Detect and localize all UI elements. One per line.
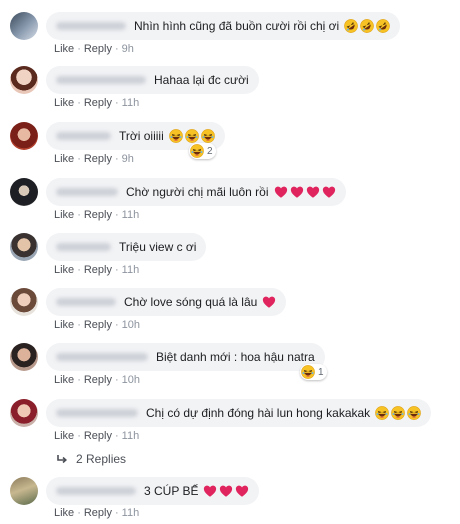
avatar[interactable] <box>10 288 38 316</box>
author-name[interactable] <box>56 188 118 196</box>
comment-actions: Like · Reply · 11h <box>54 507 140 519</box>
timestamp[interactable]: 11h <box>122 430 140 442</box>
laughing-emoji-icon <box>185 129 199 143</box>
comment-bubble: Biệt danh mới : hoa hậu natra <box>46 343 325 371</box>
comment-actions: Like · Reply · 10h <box>54 319 141 331</box>
view-replies-link[interactable]: 2 Replies <box>56 452 126 466</box>
comment-text: Chờ love sóng quá là lâu <box>124 295 258 309</box>
laughing-emoji-icon <box>301 365 315 379</box>
reaction-count: 1 <box>318 366 324 378</box>
heart-icon <box>306 185 320 199</box>
comment-bubble: Triệu view c ơi <box>46 233 207 261</box>
avatar[interactable] <box>10 399 38 427</box>
heart-icon <box>290 185 304 199</box>
comment-text: Chờ người chị mãi luôn rồi <box>126 185 269 199</box>
author-name[interactable] <box>56 243 111 251</box>
timestamp[interactable]: 11h <box>122 264 140 276</box>
timestamp[interactable]: 11h <box>122 209 140 221</box>
comment-text: Triệu view c ơi <box>119 240 197 254</box>
reply-link[interactable]: Reply <box>84 153 112 165</box>
heart-icon <box>219 484 233 498</box>
laughing-emoji-icon <box>407 406 421 420</box>
comment-text: Biệt danh mới : hoa hậu natra <box>156 350 315 364</box>
like-link[interactable]: Like <box>54 374 74 386</box>
heart-icon <box>274 185 288 199</box>
comment-text: 3 CÚP BẾ <box>144 484 199 498</box>
author-name[interactable] <box>56 487 136 495</box>
reply-link[interactable]: Reply <box>84 507 112 519</box>
avatar[interactable] <box>10 12 38 40</box>
comment-bubble: Chị có dự định đóng hài lun hong kakakak <box>46 399 432 427</box>
comment-actions: Like · Reply · 10h <box>54 374 141 386</box>
comment-text: Hahaa lại đc cười <box>154 73 249 87</box>
heart-icon <box>203 484 217 498</box>
author-name[interactable] <box>56 76 146 84</box>
comment-bubble: Chờ người chị mãi luôn rồi <box>46 178 346 206</box>
like-link[interactable]: Like <box>54 43 74 55</box>
comment-actions: Like · Reply · 11h <box>54 97 140 109</box>
author-name[interactable] <box>56 353 148 361</box>
comment-bubble: Nhìn hình cũng đã buồn cười rồi chị ơi <box>46 12 401 40</box>
heart-icon <box>262 295 276 309</box>
like-link[interactable]: Like <box>54 507 74 519</box>
author-name[interactable] <box>56 22 126 30</box>
timestamp[interactable]: 11h <box>122 97 140 109</box>
reaction-badge[interactable]: 2 <box>189 143 216 159</box>
reply-link[interactable]: Reply <box>84 97 112 109</box>
like-link[interactable]: Like <box>54 209 74 221</box>
comment-bubble: Chờ love sóng quá là lâu <box>46 288 287 316</box>
comment-actions: Like · Reply · 9h <box>54 153 134 165</box>
avatar[interactable] <box>10 477 38 505</box>
reaction-badge[interactable]: 1 <box>300 364 327 380</box>
heart-icon <box>235 484 249 498</box>
laughing-emoji-icon <box>190 144 204 158</box>
like-link[interactable]: Like <box>54 97 74 109</box>
like-link[interactable]: Like <box>54 319 74 331</box>
timestamp[interactable]: 10h <box>122 319 140 331</box>
avatar[interactable] <box>10 122 38 150</box>
rofl-emoji-icon <box>360 19 374 33</box>
laughing-emoji-icon <box>375 406 389 420</box>
like-link[interactable]: Like <box>54 153 74 165</box>
reply-link[interactable]: Reply <box>84 43 112 55</box>
reply-arrow-icon <box>57 455 68 464</box>
like-link[interactable]: Like <box>54 264 74 276</box>
avatar[interactable] <box>10 66 38 94</box>
heart-icon <box>322 185 336 199</box>
comment-actions: Like · Reply · 11h <box>54 430 140 442</box>
author-name[interactable] <box>56 298 116 306</box>
timestamp[interactable]: 9h <box>122 153 134 165</box>
timestamp[interactable]: 10h <box>122 374 140 386</box>
comment-actions: Like · Reply · 11h <box>54 209 140 221</box>
author-name[interactable] <box>56 132 111 140</box>
replies-label[interactable]: 2 Replies <box>76 452 126 466</box>
timestamp[interactable]: 9h <box>122 43 134 55</box>
rofl-emoji-icon <box>376 19 390 33</box>
avatar[interactable] <box>10 343 38 371</box>
comment-text: Trời oiiiii <box>119 129 164 143</box>
avatar[interactable] <box>10 233 38 261</box>
comment-actions: Like · Reply · 9h <box>54 43 134 55</box>
author-name[interactable] <box>56 409 138 417</box>
comment-text: Chị có dự định đóng hài lun hong kakakak <box>146 406 371 420</box>
comment-text: Nhìn hình cũng đã buồn cười rồi chị ơi <box>134 19 340 33</box>
reply-link[interactable]: Reply <box>84 374 112 386</box>
laughing-emoji-icon <box>169 129 183 143</box>
reply-link[interactable]: Reply <box>84 319 112 331</box>
reaction-count: 2 <box>207 145 213 157</box>
reply-link[interactable]: Reply <box>84 430 112 442</box>
laughing-emoji-icon <box>201 129 215 143</box>
laughing-emoji-icon <box>391 406 405 420</box>
timestamp[interactable]: 11h <box>122 507 140 519</box>
reply-link[interactable]: Reply <box>84 264 112 276</box>
comment-bubble: 3 CÚP BẾ <box>46 477 260 505</box>
reply-link[interactable]: Reply <box>84 209 112 221</box>
like-link[interactable]: Like <box>54 430 74 442</box>
comment-actions: Like · Reply · 11h <box>54 264 140 276</box>
rofl-emoji-icon <box>344 19 358 33</box>
comment-bubble: Hahaa lại đc cười <box>46 66 259 94</box>
avatar[interactable] <box>10 178 38 206</box>
